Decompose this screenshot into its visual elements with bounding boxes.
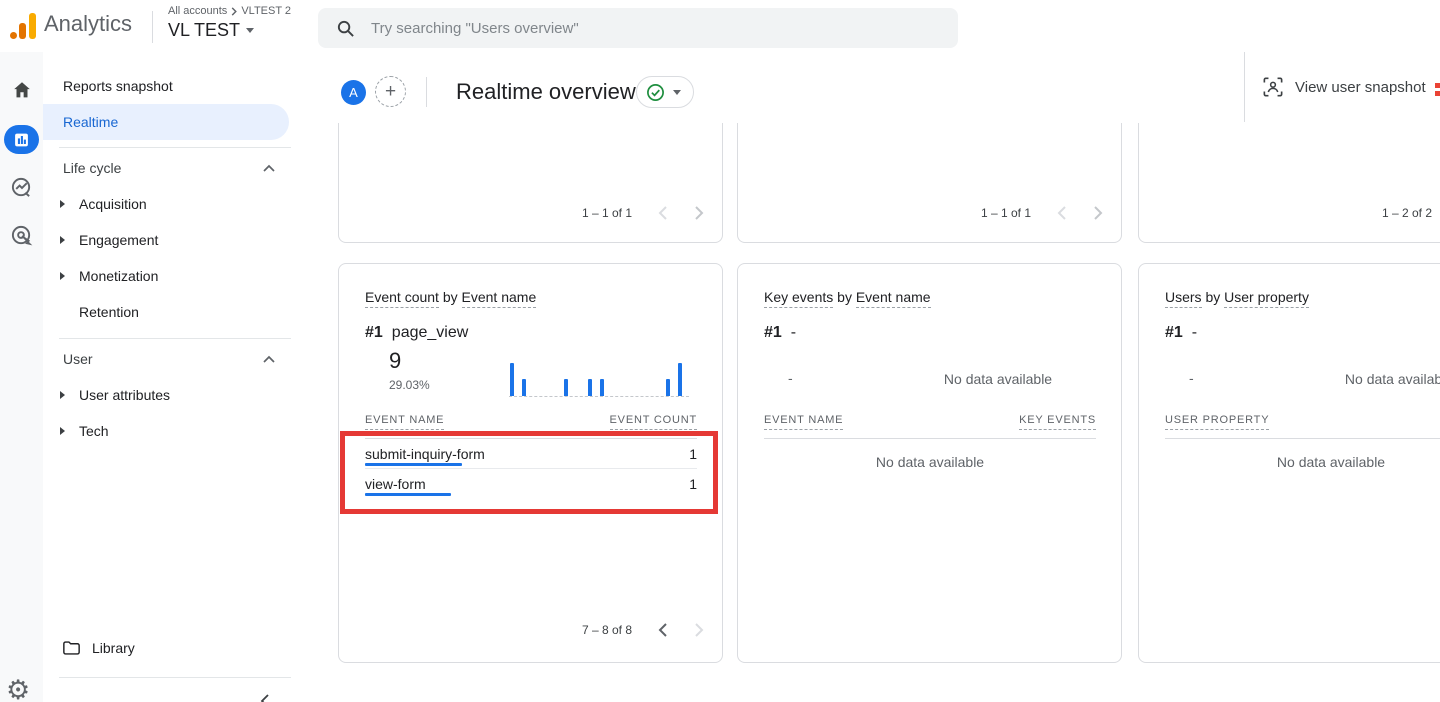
account-name: VL TEST [168, 20, 240, 41]
add-comparison-button[interactable]: + [375, 76, 406, 107]
advertising-icon[interactable] [0, 224, 43, 247]
table-empty-message: No data available [764, 454, 1096, 470]
sidebar-item-acquisition[interactable]: Acquisition [43, 186, 289, 222]
card-clipped-3: 1 – 2 of 2 [1138, 123, 1440, 243]
event-sparkline [509, 347, 689, 397]
reports-icon[interactable] [4, 125, 39, 154]
column-event-count: EVENT COUNT [610, 414, 697, 430]
column-event-name: EVENT NAME [365, 414, 444, 430]
clipped-icon-fragment [1435, 83, 1440, 88]
chevron-up-icon [263, 355, 275, 363]
table-header-divider [1165, 438, 1440, 439]
sidebar-item-tech[interactable]: Tech [43, 413, 289, 449]
sidebar-section-user[interactable]: User [43, 343, 289, 375]
google-analytics-logo-icon [10, 13, 36, 39]
card-key-events-by-event-name: Key events by Event name #1 - - No data … [737, 263, 1122, 663]
search-input[interactable] [369, 19, 913, 38]
chevron-up-icon [263, 164, 275, 172]
sidebar-divider [59, 338, 291, 339]
next-page-icon[interactable] [694, 623, 704, 637]
check-circle-icon [646, 83, 665, 102]
page-title: Realtime overview [456, 79, 636, 105]
prev-page-icon[interactable] [658, 206, 668, 220]
card-event-count-by-event-name: Event count by Event name #1 page_view 9… [338, 263, 723, 663]
sidebar-item-user-attributes[interactable]: User attributes [43, 377, 289, 413]
sidebar-item-realtime[interactable]: Realtime [43, 104, 289, 140]
metric-percent: 29.03% [389, 378, 430, 392]
breadcrumb-property: VLTEST 2 [241, 5, 291, 17]
explore-icon[interactable] [0, 176, 43, 199]
caret-down-icon [673, 90, 681, 95]
breadcrumb-all-accounts: All accounts [168, 5, 227, 17]
card-clipped-2: 1 – 1 of 1 [737, 123, 1122, 243]
cards-grid: 1 – 1 of 1 1 – 1 of 1 1 – 2 of 2 Event c… [319, 122, 1440, 702]
card-pagination: 1 – 1 of 1 [981, 206, 1103, 220]
column-user-property: USER PROPERTY [1165, 414, 1269, 430]
next-page-icon[interactable] [1093, 206, 1103, 220]
home-icon[interactable] [0, 79, 43, 101]
card-title: Users by User property [1165, 289, 1309, 305]
table-header: USER PROPERTY [1165, 414, 1440, 430]
metric-value: - [1189, 370, 1194, 386]
expand-arrow-icon [60, 427, 65, 435]
admin-gear-icon[interactable]: ⚙ [6, 676, 30, 702]
view-user-snapshot-button[interactable]: View user snapshot [1244, 52, 1440, 122]
sidebar-divider [59, 147, 291, 148]
top-item: #1 - [764, 324, 796, 342]
sidebar-item-library[interactable]: Library [43, 630, 289, 666]
top-item: #1 page_view [365, 324, 468, 342]
header-divider [426, 77, 427, 107]
expand-arrow-icon [60, 272, 65, 280]
card-views-by-page: 1 – 1 of 1 [338, 123, 723, 243]
user-snapshot-icon [1263, 77, 1283, 97]
highlight-annotation [340, 431, 718, 514]
sidebar-item-reports-snapshot[interactable]: Reports snapshot [43, 68, 289, 104]
top-item: #1 - [1165, 324, 1197, 342]
metric-value: - [788, 370, 793, 386]
expand-arrow-icon [60, 200, 65, 208]
table-header-divider [764, 438, 1096, 439]
folder-icon [63, 641, 80, 655]
card-pagination: 1 – 1 of 1 [582, 206, 704, 220]
clipped-icon-fragment [1435, 91, 1440, 96]
collapse-sidebar-icon[interactable] [258, 693, 274, 702]
table-empty-message: No data available [1165, 454, 1440, 470]
sidebar-divider [59, 677, 291, 678]
sidebar-item-engagement[interactable]: Engagement [43, 222, 289, 258]
card-title: Event count by Event name [365, 289, 536, 305]
column-event-name: EVENT NAME [764, 414, 843, 430]
expand-arrow-icon [60, 236, 65, 244]
card-users-by-user-property: Users by User property #1 - - No data av… [1138, 263, 1440, 663]
table-header: EVENT NAME EVENT COUNT [365, 414, 697, 430]
nav-rail: ⚙ [0, 52, 44, 702]
global-search[interactable] [318, 8, 958, 48]
app-name: Analytics [44, 11, 132, 37]
chart-empty-message: No data available [908, 371, 1088, 387]
account-caret-icon [246, 28, 254, 33]
breadcrumb-chevron-icon [230, 7, 238, 16]
card-pagination: 1 – 2 of 2 [1382, 206, 1440, 220]
card-pagination: 7 – 8 of 8 [582, 623, 704, 637]
comparison-avatar[interactable]: A [341, 80, 366, 105]
prev-page-icon[interactable] [1057, 206, 1067, 220]
table-header: EVENT NAME KEY EVENTS [764, 414, 1096, 430]
column-key-events: KEY EVENTS [1019, 414, 1096, 430]
main-area: A + Realtime overview View user snapshot [319, 52, 1440, 702]
sidebar-item-monetization[interactable]: Monetization [43, 258, 289, 294]
search-icon [336, 19, 355, 38]
prev-page-icon[interactable] [658, 623, 668, 637]
report-header: A + Realtime overview View user snapshot [319, 52, 1440, 123]
card-title: Key events by Event name [764, 289, 931, 305]
metric-value: 9 [389, 348, 401, 374]
topbar-divider [152, 11, 153, 43]
chart-empty-message: No data available [1309, 371, 1440, 387]
reports-sidebar: Reports snapshot Realtime Life cycle Acq… [43, 52, 319, 702]
next-page-icon[interactable] [694, 206, 704, 220]
sidebar-item-retention[interactable]: Retention [43, 294, 289, 330]
account-switcher[interactable]: All accounts VLTEST 2 VL TEST [168, 5, 291, 41]
data-quality-button[interactable] [636, 76, 694, 108]
sidebar-section-life-cycle[interactable]: Life cycle [43, 152, 289, 184]
expand-arrow-icon [60, 391, 65, 399]
top-app-bar: Analytics All accounts VLTEST 2 VL TEST [0, 0, 1440, 53]
